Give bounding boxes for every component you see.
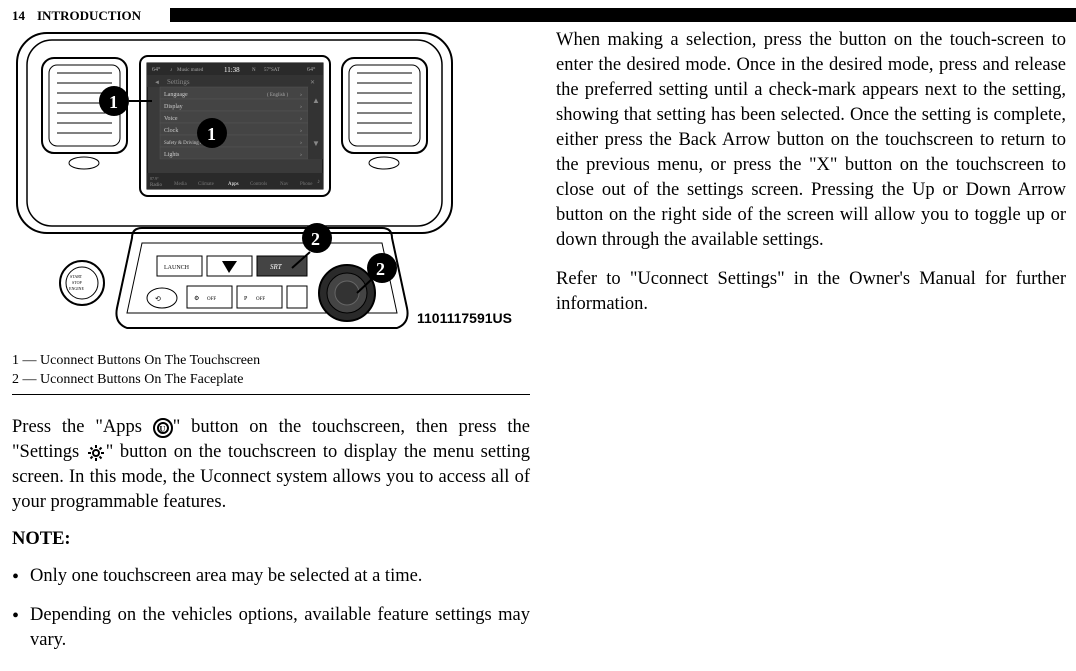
left-paragraph-1: Press the "Apps U" button on the touchsc… <box>12 415 530 515</box>
svg-text:Climate: Climate <box>198 182 215 187</box>
right-paragraph-2: Refer to "Uconnect Settings" in the Owne… <box>556 267 1066 317</box>
svg-text:Voice: Voice <box>164 116 178 122</box>
svg-text:P: P <box>244 296 248 302</box>
note-heading: NOTE: <box>12 529 530 550</box>
svg-text:Display: Display <box>164 104 183 110</box>
header-bar <box>170 8 1076 22</box>
svg-text:Media: Media <box>174 182 188 187</box>
svg-text:( English ): ( English ) <box>267 93 288 98</box>
legend-divider <box>12 394 530 395</box>
svg-text:Nav: Nav <box>280 182 289 187</box>
svg-text:Lights: Lights <box>164 152 180 158</box>
svg-text:U: U <box>159 424 165 433</box>
svg-text:11:38: 11:38 <box>224 66 240 74</box>
svg-text:♪: ♪ <box>317 179 320 185</box>
svg-text:⟲: ⟲ <box>155 295 161 303</box>
section-title: INTRODUCTION <box>37 8 141 24</box>
svg-text:START: START <box>70 274 83 279</box>
svg-text:Apps: Apps <box>228 182 239 187</box>
svg-text:87.9°: 87.9° <box>150 176 159 181</box>
svg-text:›: › <box>300 128 302 134</box>
right-paragraph-1: When making a selection, press the butto… <box>556 28 1066 253</box>
svg-text:◄: ◄ <box>154 80 160 86</box>
svg-text:›: › <box>300 152 302 158</box>
svg-text:✕: ✕ <box>310 80 315 86</box>
svg-text:▼: ▼ <box>312 139 320 148</box>
svg-text:64°: 64° <box>307 66 316 73</box>
svg-text:SRT: SRT <box>270 263 283 271</box>
svg-text:▲: ▲ <box>312 96 320 105</box>
page-header: 14 INTRODUCTION <box>12 8 141 24</box>
svg-text:⚙: ⚙ <box>194 295 199 302</box>
apps-icon: U <box>153 418 173 438</box>
svg-text:›: › <box>300 116 302 122</box>
svg-text:64°: 64° <box>152 66 161 73</box>
svg-text:2: 2 <box>376 259 385 279</box>
svg-text:Radio: Radio <box>150 183 162 188</box>
dashboard-diagram: 64° ♪ Music muted 11:38 N 57°SAT 64° ◄ S… <box>12 28 523 346</box>
svg-text:OFF: OFF <box>256 297 265 302</box>
note-bullet-2: Depending on the vehicles options, avail… <box>12 603 530 653</box>
svg-text:OFF: OFF <box>207 297 216 302</box>
svg-text:LAUNCH: LAUNCH <box>164 265 190 271</box>
svg-text:›: › <box>300 140 302 146</box>
settings-gear-icon <box>86 443 106 463</box>
svg-text:STOP: STOP <box>72 280 82 285</box>
svg-text:Clock: Clock <box>164 128 178 134</box>
right-column: When making a selection, press the butto… <box>556 28 1066 331</box>
svg-text:N: N <box>252 68 256 73</box>
svg-text:2: 2 <box>311 229 320 249</box>
svg-text:57°SAT: 57°SAT <box>264 68 280 73</box>
svg-text:1: 1 <box>207 124 216 144</box>
page-number: 14 <box>12 8 25 24</box>
svg-text:Language: Language <box>164 92 188 98</box>
svg-text:Phone: Phone <box>300 182 313 187</box>
note-bullet-1: Only one touchscreen area may be selecte… <box>12 564 530 589</box>
svg-text:ENGINE: ENGINE <box>69 286 84 291</box>
svg-text:Music muted: Music muted <box>177 68 204 73</box>
diagram-legend: 1 — Uconnect Buttons On The Touchscreen … <box>12 352 530 390</box>
svg-text:1: 1 <box>109 92 118 112</box>
svg-text:›: › <box>300 104 302 110</box>
legend-item-1: 1 — Uconnect Buttons On The Touchscreen <box>12 352 530 371</box>
legend-item-2: 2 — Uconnect Buttons On The Faceplate <box>12 371 530 390</box>
svg-text:Settings: Settings <box>167 78 190 86</box>
svg-text:›: › <box>300 92 302 98</box>
note-list: Only one touchscreen area may be selecte… <box>12 564 530 653</box>
left-column: 64° ♪ Music muted 11:38 N 57°SAT 64° ◄ S… <box>12 28 530 667</box>
svg-text:1101117591US: 1101117591US <box>417 310 512 326</box>
dashboard-svg: 64° ♪ Music muted 11:38 N 57°SAT 64° ◄ S… <box>12 28 523 346</box>
svg-text:Controls: Controls <box>250 182 267 187</box>
